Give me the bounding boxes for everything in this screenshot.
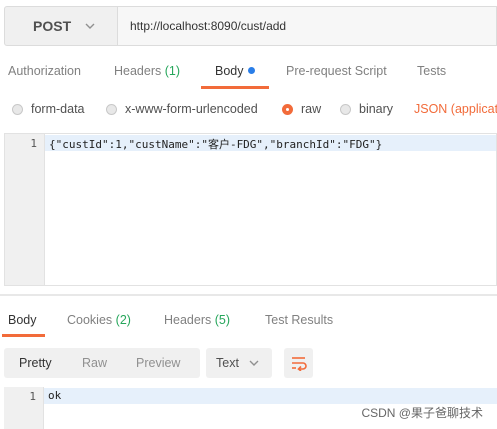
tab-authorization[interactable]: Authorization xyxy=(8,52,81,90)
content-type-select[interactable]: JSON (applicatio xyxy=(414,92,497,126)
response-line-number: 1 xyxy=(29,390,36,403)
response-tab-test-results[interactable]: Test Results xyxy=(265,303,333,337)
response-tab-cookies-label: Cookies xyxy=(67,313,113,327)
line-number: 1 xyxy=(30,137,37,150)
watermark: CSDN @果子爸聊技术 xyxy=(361,406,483,420)
response-format-select[interactable]: Text xyxy=(206,348,272,378)
response-view-tabs: Pretty Raw Preview xyxy=(4,348,200,378)
radio-circle-icon xyxy=(12,103,23,115)
response-tab-headers-label: Headers xyxy=(164,313,212,327)
chevron-down-icon xyxy=(85,23,95,29)
view-preview-button[interactable]: Preview xyxy=(136,348,180,378)
request-body-code[interactable]: {"custId":1,"custName":"客户-FDG","branchI… xyxy=(49,136,382,152)
form-data-label: form-data xyxy=(31,102,85,116)
body-type-options: form-data x-www-form-urlencoded raw bina… xyxy=(0,92,497,126)
tab-body[interactable]: Body xyxy=(201,52,268,90)
radio-circle-icon xyxy=(340,103,351,115)
view-pretty-button[interactable]: Pretty xyxy=(19,348,52,378)
tab-headers[interactable]: Headers (1) xyxy=(114,52,180,90)
pane-divider[interactable] xyxy=(0,294,497,296)
urlencoded-label: x-www-form-urlencoded xyxy=(125,102,258,116)
radio-form-data[interactable]: form-data xyxy=(12,92,85,126)
tab-tests[interactable]: Tests xyxy=(417,52,446,90)
request-body-editor[interactable]: 1 {"custId":1,"custName":"客户-FDG","branc… xyxy=(4,133,497,286)
tab-tests-label: Tests xyxy=(417,64,447,78)
response-tab-body[interactable]: Body xyxy=(2,303,44,337)
url-input[interactable]: http://localhost:8090/cust/add xyxy=(118,6,497,46)
raw-label: raw xyxy=(301,102,322,116)
response-body-code[interactable]: ok xyxy=(48,389,61,402)
request-tabs: Authorization Headers (1) Body Pre-reque… xyxy=(0,52,497,90)
cookies-count-badge: (2) xyxy=(115,313,131,327)
radio-selected-icon xyxy=(282,103,293,115)
response-tab-headers[interactable]: Headers (5) xyxy=(164,303,230,337)
view-raw-button[interactable]: Raw xyxy=(82,348,107,378)
method-label: POST xyxy=(33,18,72,34)
tab-pre-request-label: Pre-request Script xyxy=(286,64,387,78)
tab-pre-request-script[interactable]: Pre-request Script xyxy=(286,52,387,90)
response-format-label: Text xyxy=(216,356,239,370)
radio-urlencoded[interactable]: x-www-form-urlencoded xyxy=(106,92,258,126)
postman-window: POST http://localhost:8090/cust/add Auth… xyxy=(0,0,497,429)
radio-binary[interactable]: binary xyxy=(340,92,393,126)
response-tabs: Body Cookies (2) Headers (5) Test Result… xyxy=(0,303,497,337)
radio-circle-icon xyxy=(106,103,117,115)
response-tab-cookies[interactable]: Cookies (2) xyxy=(67,303,131,337)
response-active-line-highlight xyxy=(44,388,497,404)
tab-headers-label: Headers xyxy=(114,64,162,78)
response-line-gutter: 1 xyxy=(4,387,44,429)
response-tab-body-label: Body xyxy=(8,313,37,327)
method-select[interactable]: POST xyxy=(4,6,118,46)
response-headers-count-badge: (5) xyxy=(214,313,231,327)
wrap-lines-button[interactable] xyxy=(284,348,313,378)
headers-count-badge: (1) xyxy=(164,64,181,78)
modified-dot-icon xyxy=(247,67,255,74)
chevron-down-icon xyxy=(249,360,259,366)
tab-authorization-label: Authorization xyxy=(8,64,81,78)
line-gutter: 1 xyxy=(5,134,45,285)
binary-label: binary xyxy=(359,102,394,116)
url-bar: POST http://localhost:8090/cust/add xyxy=(4,6,497,46)
wrap-lines-icon xyxy=(291,357,307,371)
tab-body-label: Body xyxy=(215,64,244,78)
response-tab-test-results-label: Test Results xyxy=(265,313,334,327)
radio-raw[interactable]: raw xyxy=(282,92,321,126)
